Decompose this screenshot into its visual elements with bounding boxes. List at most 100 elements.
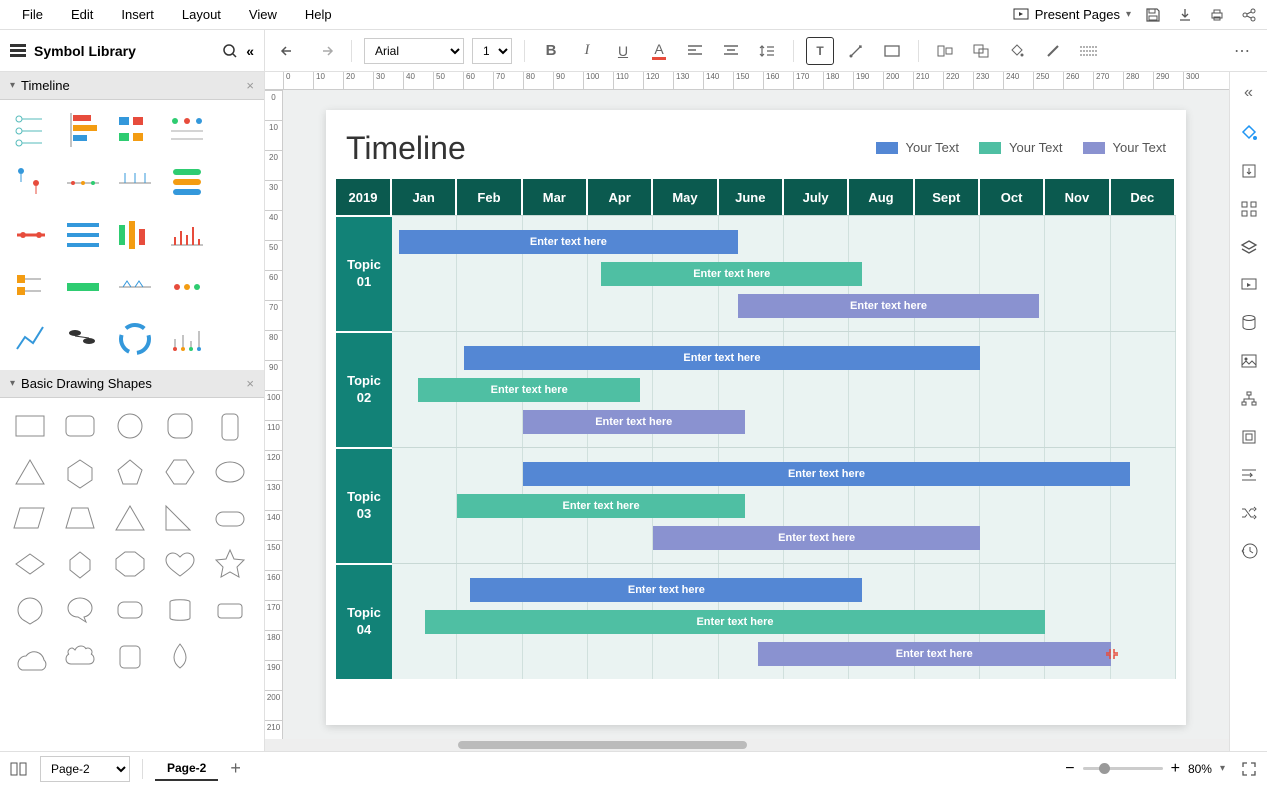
basic-shape-thumb[interactable]: [8, 498, 52, 538]
timeline-shape-thumb[interactable]: [8, 316, 54, 362]
page-list-icon[interactable]: [10, 762, 28, 776]
align-center-button[interactable]: [717, 37, 745, 65]
basic-shape-thumb[interactable]: [208, 544, 252, 584]
gantt-topic-cell[interactable]: Topic03: [336, 447, 392, 563]
timeline-shape-thumb[interactable]: [8, 264, 54, 310]
basic-shape-thumb[interactable]: [208, 590, 252, 630]
bold-button[interactable]: B: [537, 37, 565, 65]
group-button[interactable]: [967, 37, 995, 65]
align-left-button[interactable]: [681, 37, 709, 65]
timeline-shape-thumb[interactable]: [164, 108, 210, 154]
add-page-button[interactable]: +: [230, 758, 241, 779]
basic-shape-thumb[interactable]: [58, 406, 102, 446]
font-color-button[interactable]: A: [645, 37, 673, 65]
basic-shapes-panel-header[interactable]: ▾ Basic Drawing Shapes ×: [0, 370, 264, 398]
basic-shape-thumb[interactable]: [158, 452, 202, 492]
basic-shape-thumb[interactable]: [158, 636, 202, 676]
menu-help[interactable]: Help: [291, 3, 346, 26]
timeline-panel-header[interactable]: ▾ Timeline ×: [0, 72, 264, 100]
basic-shape-thumb[interactable]: [108, 636, 152, 676]
basic-shape-thumb[interactable]: [8, 544, 52, 584]
gantt-topic-cell[interactable]: Topic02: [336, 331, 392, 447]
layers-panel-icon[interactable]: [1238, 236, 1260, 258]
resize-handle-icon[interactable]: [1105, 647, 1119, 661]
basic-shape-thumb[interactable]: [58, 544, 102, 584]
timeline-shape-thumb[interactable]: [164, 264, 210, 310]
gantt-bar[interactable]: Enter text here: [523, 462, 1131, 486]
basic-shape-thumb[interactable]: [158, 406, 202, 446]
basic-shape-thumb[interactable]: [58, 452, 102, 492]
menu-edit[interactable]: Edit: [57, 3, 107, 26]
timeline-shape-thumb[interactable]: [60, 264, 106, 310]
basic-shape-thumb[interactable]: [208, 498, 252, 538]
search-icon[interactable]: [222, 43, 238, 59]
present-pages-button[interactable]: Present Pages ▾: [1013, 7, 1131, 23]
italic-button[interactable]: I: [573, 37, 601, 65]
basic-shape-thumb[interactable]: [208, 452, 252, 492]
shuffle-panel-icon[interactable]: [1238, 502, 1260, 524]
font-select[interactable]: Arial: [364, 38, 464, 64]
connector-tool-button[interactable]: [842, 37, 870, 65]
fill-panel-icon[interactable]: [1238, 122, 1260, 144]
gantt-chart[interactable]: 2019 JanFebMarAprMayJuneJulyAugSeptOctNo…: [336, 179, 1176, 679]
timeline-shape-thumb[interactable]: [60, 316, 106, 362]
close-icon[interactable]: ×: [246, 78, 254, 93]
menu-insert[interactable]: Insert: [107, 3, 168, 26]
align-button[interactable]: [931, 37, 959, 65]
fullscreen-icon[interactable]: [1241, 761, 1257, 777]
timeline-shape-thumb[interactable]: [8, 212, 54, 258]
timeline-shape-thumb[interactable]: [164, 212, 210, 258]
grid-panel-icon[interactable]: [1238, 198, 1260, 220]
timeline-shape-thumb[interactable]: [8, 160, 54, 206]
menu-view[interactable]: View: [235, 3, 291, 26]
gantt-bar[interactable]: Enter text here: [425, 610, 1046, 634]
shape-tool-button[interactable]: [878, 37, 906, 65]
data-panel-icon[interactable]: [1238, 312, 1260, 334]
basic-shape-thumb[interactable]: [58, 636, 102, 676]
page-canvas[interactable]: Timeline Your TextYour TextYour Text 201…: [326, 110, 1186, 725]
export-panel-icon[interactable]: [1238, 160, 1260, 182]
history-panel-icon[interactable]: [1238, 540, 1260, 562]
basic-shape-thumb[interactable]: [8, 636, 52, 676]
basic-shape-thumb[interactable]: [58, 590, 102, 630]
fill-button[interactable]: [1003, 37, 1031, 65]
gantt-bar[interactable]: Enter text here: [399, 230, 739, 254]
gantt-topic-cell[interactable]: Topic01: [336, 215, 392, 331]
frame-panel-icon[interactable]: [1238, 426, 1260, 448]
line-style-button[interactable]: [1075, 37, 1103, 65]
timeline-shape-thumb[interactable]: [164, 316, 210, 362]
basic-shape-thumb[interactable]: [108, 452, 152, 492]
basic-shape-thumb[interactable]: [58, 498, 102, 538]
timeline-shape-thumb[interactable]: [164, 160, 210, 206]
collapse-right-icon[interactable]: «: [1240, 80, 1257, 106]
font-size-select[interactable]: 10: [472, 38, 512, 64]
canvas-scroll[interactable]: Timeline Your TextYour TextYour Text 201…: [283, 90, 1229, 739]
more-button[interactable]: ⋯: [1229, 37, 1257, 65]
zoom-in-button[interactable]: +: [1171, 760, 1180, 778]
timeline-shape-thumb[interactable]: [112, 316, 158, 362]
gantt-topic-cell[interactable]: Topic04: [336, 563, 392, 679]
legend-item[interactable]: Your Text: [1083, 140, 1167, 155]
basic-shape-thumb[interactable]: [8, 590, 52, 630]
timeline-shape-thumb[interactable]: [112, 108, 158, 154]
basic-shape-thumb[interactable]: [158, 498, 202, 538]
basic-shape-thumb[interactable]: [158, 590, 202, 630]
timeline-shape-thumb[interactable]: [112, 160, 158, 206]
image-panel-icon[interactable]: [1238, 350, 1260, 372]
share-icon[interactable]: [1239, 5, 1259, 25]
gantt-bar[interactable]: Enter text here: [418, 378, 640, 402]
zoom-level[interactable]: 80%: [1188, 762, 1212, 776]
collapse-left-icon[interactable]: «: [246, 43, 254, 59]
timeline-shape-thumb[interactable]: [60, 108, 106, 154]
timeline-shape-thumb[interactable]: [112, 212, 158, 258]
basic-shape-thumb[interactable]: [108, 498, 152, 538]
basic-shape-thumb[interactable]: [158, 544, 202, 584]
undo-button[interactable]: [275, 37, 303, 65]
close-icon[interactable]: ×: [246, 376, 254, 391]
underline-button[interactable]: U: [609, 37, 637, 65]
zoom-slider[interactable]: [1083, 767, 1163, 770]
print-icon[interactable]: [1207, 5, 1227, 25]
gantt-bar[interactable]: Enter text here: [738, 294, 1039, 318]
gantt-bar[interactable]: Enter text here: [601, 262, 862, 286]
legend-item[interactable]: Your Text: [876, 140, 960, 155]
